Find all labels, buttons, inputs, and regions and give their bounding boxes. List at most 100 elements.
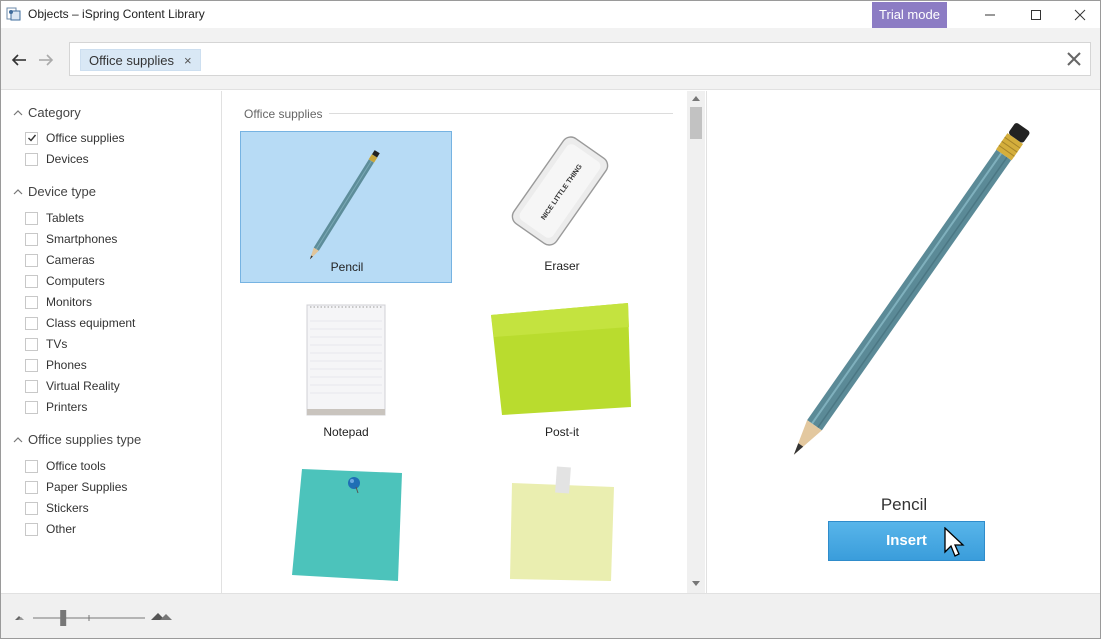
filter-item[interactable]: Phones bbox=[25, 358, 87, 372]
filter-item-label: Printers bbox=[46, 400, 88, 414]
checkmark-icon bbox=[27, 134, 36, 142]
filter-checkbox[interactable] bbox=[25, 274, 38, 288]
minimize-icon bbox=[985, 14, 995, 15]
filter-item[interactable]: Cameras bbox=[25, 253, 95, 267]
filter-item[interactable]: Office tools bbox=[25, 459, 106, 473]
filter-item[interactable]: Devices bbox=[25, 152, 89, 166]
filter-sidebar: Category Office supplies Devices Device typ… bbox=[1, 91, 222, 593]
filter-checkbox[interactable] bbox=[25, 480, 38, 494]
filter-item-label: Stickers bbox=[46, 501, 89, 515]
chevron-up-icon bbox=[13, 436, 23, 442]
filter-item[interactable]: Computers bbox=[25, 274, 105, 288]
search-filter-tag[interactable]: Office supplies × bbox=[80, 49, 201, 71]
zoom-thumb[interactable] bbox=[60, 610, 67, 626]
app-window: Objects – iSpring Content Library Trial … bbox=[0, 0, 1101, 639]
forward-button[interactable] bbox=[36, 50, 56, 70]
chevron-up-icon bbox=[13, 109, 23, 115]
app-icon bbox=[6, 7, 21, 21]
filter-item[interactable]: Printers bbox=[25, 400, 87, 414]
minimize-button[interactable] bbox=[967, 1, 1013, 28]
grid-item-eraser[interactable]: NICE LITTLE THING Eraser bbox=[456, 131, 668, 283]
grid-item-taped-note[interactable] bbox=[456, 463, 668, 593]
filter-item[interactable]: Stickers bbox=[25, 501, 89, 515]
filter-item-label: Cameras bbox=[46, 253, 95, 267]
filter-item-label: Office supplies bbox=[46, 131, 125, 145]
filter-item[interactable]: Monitors bbox=[25, 295, 92, 309]
filter-item-label: Monitors bbox=[46, 295, 93, 309]
filter-checkbox[interactable] bbox=[25, 459, 38, 473]
post-it-image bbox=[491, 303, 631, 415]
filter-item[interactable]: Class equipment bbox=[25, 316, 135, 330]
zoom-slider[interactable] bbox=[15, 606, 177, 628]
pencil-image bbox=[309, 150, 380, 260]
filter-item-label: Class equipment bbox=[46, 316, 136, 330]
filter-group-title: Category bbox=[28, 105, 81, 120]
filter-checkbox[interactable] bbox=[25, 522, 38, 536]
filter-item-label: TVs bbox=[46, 337, 68, 351]
filter-checkbox[interactable] bbox=[25, 232, 38, 246]
preview-pane: Pencil Insert bbox=[706, 91, 1100, 593]
filter-checkbox[interactable] bbox=[25, 131, 38, 145]
trial-mode-badge[interactable]: Trial mode bbox=[872, 2, 947, 28]
grid-item-pencil[interactable]: Pencil bbox=[240, 131, 452, 283]
filter-item-label: Computers bbox=[46, 274, 105, 288]
filter-item-label: Virtual Reality bbox=[46, 379, 120, 393]
back-button[interactable] bbox=[9, 50, 29, 70]
search-tag-label: Office supplies bbox=[89, 52, 175, 68]
section-divider bbox=[329, 113, 673, 114]
clear-search-icon[interactable] bbox=[1066, 51, 1082, 67]
close-window-button[interactable] bbox=[1057, 1, 1101, 28]
filter-checkbox[interactable] bbox=[25, 400, 38, 414]
grid-item-label: Eraser bbox=[544, 259, 580, 273]
filter-group-title: Office supplies type bbox=[28, 432, 142, 447]
filter-item-label: Paper Supplies bbox=[46, 480, 128, 494]
search-input[interactable] bbox=[210, 49, 1040, 71]
filter-checkbox[interactable] bbox=[25, 316, 38, 330]
scroll-down-icon[interactable] bbox=[691, 578, 701, 588]
mouse-cursor-icon bbox=[944, 527, 965, 557]
preview-title: Pencil bbox=[880, 495, 928, 514]
filter-item[interactable]: Paper Supplies bbox=[25, 480, 127, 494]
pencil-preview-image bbox=[793, 123, 1030, 455]
filter-group-header[interactable]: Category bbox=[13, 105, 81, 120]
filter-item[interactable]: Office supplies bbox=[25, 131, 125, 145]
grid-item-notepad[interactable]: Notepad bbox=[240, 297, 452, 449]
filter-item-label: Phones bbox=[46, 358, 87, 372]
close-icon bbox=[1074, 9, 1086, 20]
window-title: Objects – iSpring Content Library bbox=[28, 7, 205, 21]
filter-item[interactable]: Smartphones bbox=[25, 232, 117, 246]
filter-checkbox[interactable] bbox=[25, 152, 38, 166]
filter-item[interactable]: TVs bbox=[25, 337, 67, 351]
filter-group-header[interactable]: Office supplies type bbox=[13, 432, 141, 447]
maximize-icon bbox=[1031, 9, 1041, 20]
filter-item-label: Devices bbox=[46, 152, 89, 166]
grid-item-label: Post-it bbox=[544, 425, 579, 439]
grid-item-pinned-note[interactable] bbox=[240, 463, 452, 593]
object-grid: Office supplies Pencil NICE LITTLE THING… bbox=[223, 91, 705, 593]
grid-scrollbar[interactable] bbox=[687, 91, 705, 593]
eraser-image: NICE LITTLE THING bbox=[511, 136, 609, 246]
filter-item[interactable]: Virtual Reality bbox=[25, 379, 120, 393]
filter-checkbox[interactable] bbox=[25, 358, 38, 372]
filter-checkbox[interactable] bbox=[25, 501, 38, 515]
filter-item[interactable]: Other bbox=[25, 522, 76, 536]
scroll-up-icon[interactable] bbox=[691, 94, 701, 104]
toolbar: Office supplies × bbox=[1, 28, 1100, 90]
filter-group-header[interactable]: Device type bbox=[13, 184, 96, 199]
pinned-note-image bbox=[292, 469, 402, 581]
scroll-thumb[interactable] bbox=[690, 107, 702, 139]
grid-item-post-it[interactable]: Post-it bbox=[456, 297, 668, 449]
remove-tag-icon[interactable]: × bbox=[184, 53, 192, 68]
arrow-left-icon bbox=[11, 54, 26, 66]
filter-item-label: Smartphones bbox=[46, 232, 118, 246]
filter-checkbox[interactable] bbox=[25, 295, 38, 309]
filter-checkbox[interactable] bbox=[25, 253, 38, 267]
grid-item-label: Notepad bbox=[323, 425, 369, 439]
filter-checkbox[interactable] bbox=[25, 337, 38, 351]
chevron-up-icon bbox=[13, 188, 23, 194]
filter-item[interactable]: Tablets bbox=[25, 211, 84, 225]
filter-checkbox[interactable] bbox=[25, 211, 38, 225]
search-box[interactable]: Office supplies × bbox=[69, 42, 1091, 76]
filter-checkbox[interactable] bbox=[25, 379, 38, 393]
maximize-button[interactable] bbox=[1013, 1, 1059, 28]
